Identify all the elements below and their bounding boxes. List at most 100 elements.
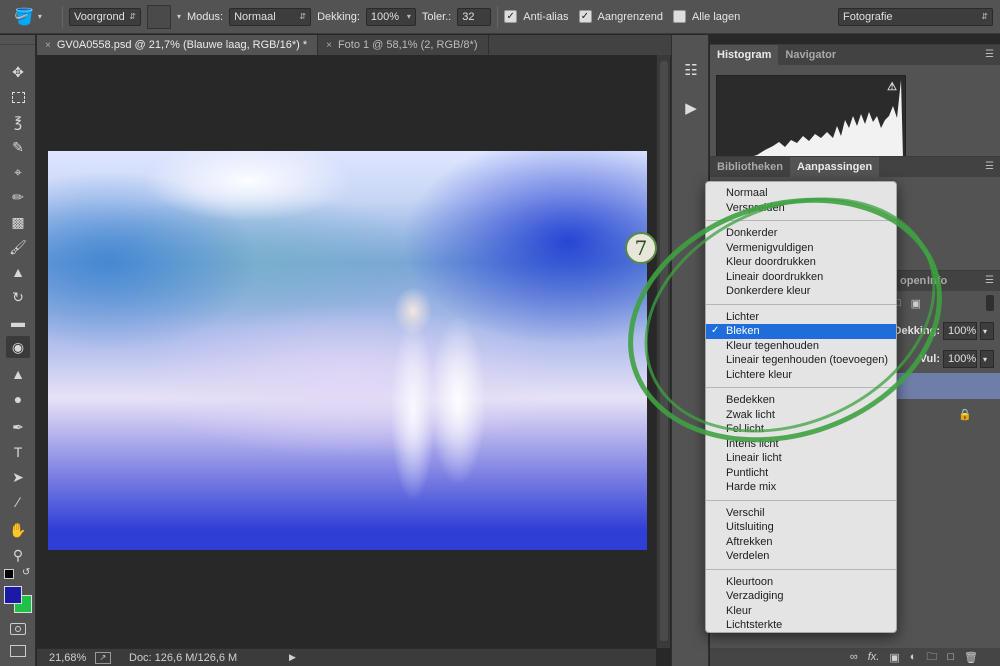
menu-item-intens-licht[interactable]: Intens licht: [706, 437, 896, 452]
type-tool-icon[interactable]: T: [6, 441, 30, 463]
contiguous-checkbox[interactable]: ✓: [578, 10, 592, 23]
fill-source-select[interactable]: Voorgrond ⇵: [69, 7, 141, 26]
eraser-tool-icon[interactable]: ▬: [6, 311, 30, 333]
adjustment-layer-icon[interactable]: ◐: [910, 651, 917, 663]
tab-adjustments[interactable]: Aanpassingen: [790, 157, 880, 177]
tab-info[interactable]: Info: [920, 271, 954, 291]
zoom-level[interactable]: 21,68%: [37, 652, 95, 664]
mode-select[interactable]: Normaal ⇵: [229, 7, 312, 26]
actions-play-icon[interactable]: ▶: [680, 97, 702, 119]
menu-item-zwak-licht[interactable]: Zwak licht: [706, 408, 896, 423]
menu-item-harde-mix[interactable]: Harde mix: [706, 480, 896, 495]
clone-stamp-tool-icon[interactable]: ▲: [6, 261, 30, 283]
zoom-tool-icon[interactable]: ⚲: [6, 544, 30, 566]
quick-selection-tool-icon[interactable]: ✎: [6, 136, 30, 158]
menu-item-aftrekken[interactable]: Aftrekken: [706, 535, 896, 550]
smart-object-filter-icon[interactable]: ▣: [911, 297, 921, 310]
layer-opacity-field[interactable]: 100%: [943, 322, 977, 340]
path-selection-tool-icon[interactable]: ➤: [6, 466, 30, 488]
add-mask-icon[interactable]: ▣: [889, 651, 899, 664]
menu-item-bleken[interactable]: ✓ Bleken: [706, 324, 896, 339]
menu-item-verschil[interactable]: Verschil: [706, 506, 896, 521]
stamp-panel-icon[interactable]: ☷: [680, 59, 702, 81]
blur-tool-icon[interactable]: ▲: [6, 363, 30, 385]
brush-tool-icon[interactable]: 🖌: [6, 236, 30, 258]
healing-brush-tool-icon[interactable]: ▩: [6, 211, 30, 233]
dodge-tool-icon[interactable]: ●: [6, 388, 30, 410]
paint-bucket-tool-icon[interactable]: ◉: [6, 336, 30, 358]
workspace-select[interactable]: Fotografie ⇵: [838, 8, 993, 26]
menu-item-verspreiden[interactable]: Verspreiden: [706, 201, 896, 216]
panel-menu-icon[interactable]: ☰: [985, 275, 994, 286]
menu-item-fel-licht[interactable]: Fel licht: [706, 422, 896, 437]
menu-item-lichtere-kleur[interactable]: Lichtere kleur: [706, 368, 896, 383]
panel-menu-icon[interactable]: ☰: [985, 49, 994, 60]
menu-item-lichtsterkte[interactable]: Lichtsterkte: [706, 618, 896, 633]
menu-item-vermenigvuldigen[interactable]: Vermenigvuldigen: [706, 241, 896, 256]
doc-tab-2[interactable]: × Foto 1 @ 58,1% (2, RGB/8*): [318, 35, 489, 55]
menu-item-kleur-doordrukken[interactable]: Kleur doordrukken: [706, 255, 896, 270]
doc-tab-1[interactable]: × GV0A0558.psd @ 21,7% (Blauwe laag, RGB…: [37, 35, 319, 55]
tab-libraries[interactable]: Bibliotheken: [710, 157, 790, 177]
menu-item-donkerder[interactable]: Donkerder: [706, 226, 896, 241]
menu-item-kleurtoon[interactable]: Kleurtoon: [706, 575, 896, 590]
scrollbar-thumb[interactable]: [660, 61, 668, 641]
document-photo[interactable]: [48, 151, 647, 550]
default-colors-icon[interactable]: [4, 569, 14, 579]
eyedropper-tool-icon[interactable]: ✏: [6, 186, 30, 208]
tab-navigator[interactable]: Navigator: [778, 45, 843, 65]
status-menu-arrow-icon[interactable]: ▶: [289, 652, 296, 663]
layer-opacity-dropdown[interactable]: ▾: [980, 322, 994, 340]
new-group-icon[interactable]: 🗀: [926, 648, 937, 666]
menu-item-lineair-doordrukken[interactable]: Lineair doordrukken: [706, 270, 896, 285]
line-tool-icon[interactable]: ∕: [6, 491, 30, 513]
opacity-field[interactable]: 100% ▾: [365, 7, 416, 26]
menu-item-bedekken[interactable]: Bedekken: [706, 393, 896, 408]
menu-item-uitsluiting[interactable]: Uitsluiting: [706, 520, 896, 535]
menu-item-lineair-licht[interactable]: Lineair licht: [706, 451, 896, 466]
menu-item-normaal[interactable]: Normaal: [706, 186, 896, 201]
panel-grip[interactable]: [0, 35, 35, 45]
menu-item-lichter[interactable]: Lichter: [706, 310, 896, 325]
new-layer-icon[interactable]: □: [947, 651, 954, 663]
menu-item-kleur[interactable]: Kleur: [706, 604, 896, 619]
options-bar: 🪣 ▾ Voorgrond ⇵ ▾ Modus: Normaal ⇵ Dekki…: [0, 0, 1000, 34]
close-icon[interactable]: ×: [326, 40, 332, 51]
layer-fill-dropdown[interactable]: ▾: [980, 350, 994, 368]
menu-item-donkerdere-kleur[interactable]: Donkerdere kleur: [706, 284, 896, 299]
quick-mask-icon[interactable]: [10, 623, 26, 635]
history-brush-tool-icon[interactable]: ↻: [6, 286, 30, 308]
warning-icon[interactable]: ⚠: [887, 80, 897, 93]
menu-item-puntlicht[interactable]: Puntlicht: [706, 466, 896, 481]
canvas-area[interactable]: [37, 55, 656, 648]
menu-item-kleur-tegenhouden[interactable]: Kleur tegenhouden: [706, 339, 896, 354]
lasso-tool-icon[interactable]: ℥: [6, 111, 30, 133]
export-icon[interactable]: ↗: [95, 651, 111, 664]
menu-item-lineair-tegenhouden[interactable]: Lineair tegenhouden (toevoegen): [706, 353, 896, 368]
move-tool-icon[interactable]: ✥: [6, 61, 30, 83]
vertical-scrollbar[interactable]: [656, 55, 670, 648]
panel-menu-icon[interactable]: ☰: [985, 161, 994, 172]
chevron-down-icon[interactable]: ▾: [177, 12, 181, 21]
layer-fill-field[interactable]: 100%: [943, 350, 977, 368]
crop-tool-icon[interactable]: ⌖: [6, 161, 30, 183]
all-layers-checkbox[interactable]: [672, 10, 686, 23]
layer-style-icon[interactable]: fx.: [868, 651, 880, 663]
close-icon[interactable]: ×: [45, 40, 51, 51]
anti-alias-checkbox[interactable]: ✓: [504, 10, 518, 23]
pattern-swatch[interactable]: [147, 4, 171, 29]
layer-filter-toggle[interactable]: [986, 295, 994, 311]
marquee-tool-icon[interactable]: [6, 86, 30, 108]
screen-mode-icon[interactable]: [10, 645, 26, 657]
tool-preset-picker[interactable]: 🪣 ▾: [14, 5, 56, 29]
tolerance-field[interactable]: 32: [457, 7, 492, 26]
hand-tool-icon[interactable]: ✋: [6, 519, 30, 541]
tab-histogram[interactable]: Histogram: [710, 45, 779, 65]
swap-colors-icon[interactable]: ↺: [22, 567, 30, 578]
foreground-color-swatch[interactable]: [4, 586, 22, 604]
link-layers-icon[interactable]: ∞: [850, 651, 858, 663]
menu-item-verdelen[interactable]: Verdelen: [706, 549, 896, 564]
pen-tool-icon[interactable]: ✒: [6, 416, 30, 438]
delete-layer-icon[interactable]: 🗑: [964, 651, 978, 664]
menu-item-verzadiging[interactable]: Verzadiging: [706, 589, 896, 604]
